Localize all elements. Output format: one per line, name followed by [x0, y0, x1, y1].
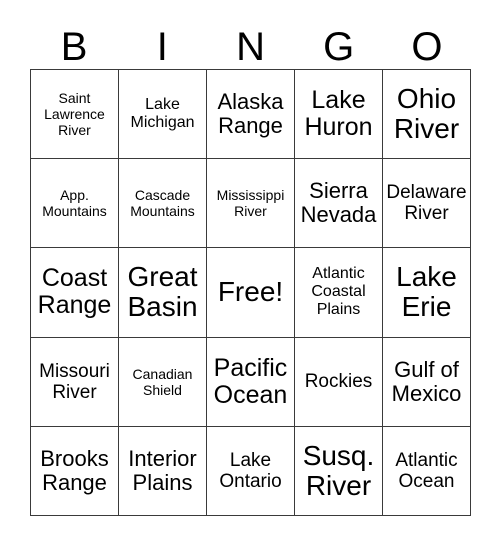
- bingo-cell-label: Mississippi River: [216, 187, 285, 220]
- bingo-cell-label: Lake Huron: [304, 86, 373, 142]
- bingo-cell-label: Cascade Mountains: [130, 187, 195, 220]
- bingo-cell[interactable]: Great Basin: [119, 248, 207, 338]
- bingo-cell-label: Ohio River: [393, 83, 460, 145]
- bingo-cell-label: Great Basin: [127, 261, 198, 323]
- bingo-cell[interactable]: Delaware River: [383, 159, 471, 249]
- bingo-cell-label: Lake Erie: [396, 261, 457, 323]
- bingo-cell-label: Lake Michigan: [130, 96, 195, 132]
- bingo-cell-label: Pacific Ocean: [213, 353, 288, 409]
- bingo-cell-label: Gulf of Mexico: [391, 356, 462, 406]
- bingo-cell[interactable]: Saint Lawrence River: [31, 70, 119, 160]
- bingo-cell[interactable]: Ohio River: [383, 70, 471, 160]
- bingo-cell-label: Atlantic Ocean: [395, 449, 458, 492]
- bingo-header-letter-g: G: [323, 25, 355, 69]
- bingo-cell[interactable]: Atlantic Ocean: [383, 426, 471, 516]
- bingo-cell-label: Saint Lawrence River: [44, 90, 105, 139]
- bingo-header-letter-o: O: [411, 25, 443, 69]
- bingo-header-letter-b: B: [60, 25, 88, 69]
- bingo-cell[interactable]: Canadian Shield: [119, 337, 207, 427]
- bingo-cell-label: Interior Plains: [128, 445, 197, 495]
- bingo-cell[interactable]: App. Mountains: [31, 159, 119, 249]
- bingo-cell-label: Delaware River: [386, 182, 467, 225]
- bingo-cell-label: Missouri River: [39, 360, 110, 403]
- bingo-cell[interactable]: Lake Ontario: [207, 426, 295, 516]
- bingo-cell-label: Sierra Nevada: [300, 178, 377, 228]
- bingo-cell[interactable]: Alaska Range: [207, 70, 295, 160]
- bingo-grid: Saint Lawrence River Lake Michigan Alaska …: [30, 69, 471, 516]
- bingo-cell-label: Alaska Range: [217, 89, 284, 139]
- bingo-cell[interactable]: Pacific Ocean: [207, 337, 295, 427]
- bingo-cell-label: Lake Ontario: [219, 449, 282, 492]
- bingo-cell-label: Free!: [217, 276, 284, 308]
- bingo-cell[interactable]: Coast Range: [31, 248, 119, 338]
- bingo-cell-label: Coast Range: [37, 264, 112, 320]
- bingo-cell[interactable]: Atlantic Coastal Plains: [295, 248, 383, 338]
- bingo-cell[interactable]: Gulf of Mexico: [383, 337, 471, 427]
- bingo-cell[interactable]: Brooks Range: [31, 426, 119, 516]
- bingo-cell[interactable]: Mississippi River: [207, 159, 295, 249]
- bingo-header-row: B I N G O: [30, 18, 471, 69]
- bingo-cell[interactable]: Lake Michigan: [119, 70, 207, 160]
- bingo-cell-free[interactable]: Free!: [207, 248, 295, 338]
- bingo-cell-label: Canadian Shield: [132, 365, 193, 398]
- bingo-cell-label: App. Mountains: [42, 187, 107, 220]
- bingo-cell[interactable]: Lake Huron: [295, 70, 383, 160]
- bingo-cell[interactable]: Lake Erie: [383, 248, 471, 338]
- bingo-cell-label: Rockies: [304, 371, 373, 393]
- bingo-header-letter-n: N: [236, 25, 265, 69]
- bingo-cell[interactable]: Susq. River: [295, 426, 383, 516]
- bingo-cell-label: Brooks Range: [40, 445, 109, 495]
- bingo-header-letter-i: I: [156, 25, 168, 69]
- bingo-cell-label: Atlantic Coastal Plains: [311, 265, 366, 319]
- bingo-card: B I N G O Saint Lawrence River Lake Michi…: [0, 0, 500, 544]
- bingo-cell[interactable]: Missouri River: [31, 337, 119, 427]
- bingo-cell[interactable]: Cascade Mountains: [119, 159, 207, 249]
- bingo-cell[interactable]: Sierra Nevada: [295, 159, 383, 249]
- bingo-cell[interactable]: Interior Plains: [119, 426, 207, 516]
- bingo-cell[interactable]: Rockies: [295, 337, 383, 427]
- bingo-cell-label: Susq. River: [302, 439, 375, 501]
